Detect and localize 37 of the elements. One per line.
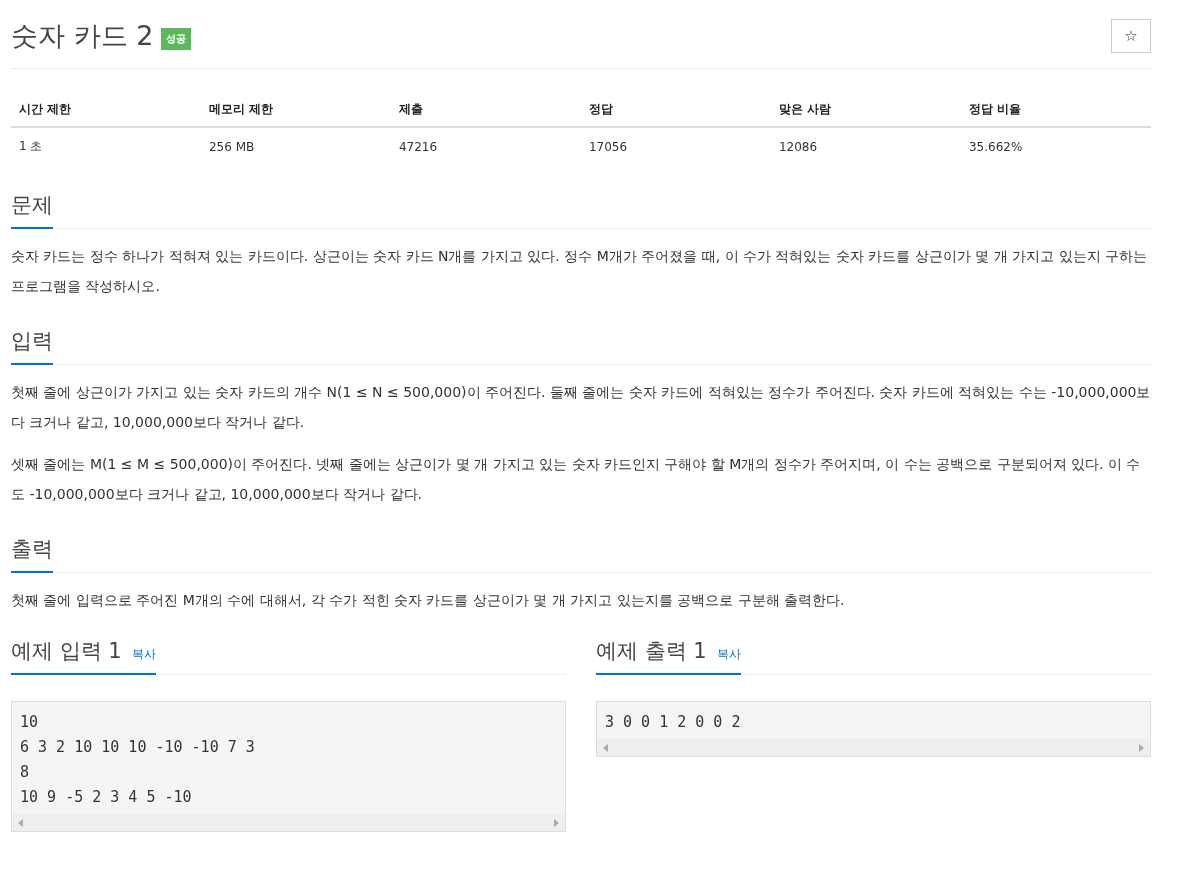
sample-heading: 예제 출력 1 [596,638,707,665]
copy-link[interactable]: 복사 [131,646,156,663]
horizontal-scrollbar[interactable] [597,739,1150,756]
code-line: 6 3 2 10 10 10 -10 -10 7 3 [20,737,256,758]
scroll-left-icon[interactable] [18,818,23,827]
section-heading: 출력 [11,535,53,573]
code-line: 10 9 -5 2 3 4 5 -10 [20,787,193,808]
paragraph: 첫째 줄에 입력으로 주어진 M개의 수에 대해서, 각 수가 적힌 숫자 카드를 상근이가 몇 개 가지고 있는지를 공백으로 구분해 출력한다. [11,591,846,610]
column-header: 정답 [580,93,771,127]
code-line: 8 [20,762,31,783]
column-header: 제출 [390,93,581,127]
paragraph: 숫자 카드는 정수 하나가 적혀져 있는 카드이다. 상근이는 숫자 카드 N개를 가지고 있다. 정수 M개가 주어졌을 때, 이 수가 적혀있는 숫자 카드를 상근이가 몇 개 가지고 있는지 구하는 프로그램을 작성하시오. [11,247,1149,296]
sample-heading: 예제 입력 1 [11,638,122,665]
table-cell: 47216 [390,127,581,165]
code-line: 10 [20,712,40,733]
column-header: 맞은 사람 [770,93,961,127]
horizontal-scrollbar[interactable] [12,814,565,831]
table-cell: 256 MB [201,127,391,165]
code-line: 3 0 0 1 2 0 0 2 [605,712,742,733]
section-heading: 입력 [11,327,53,365]
scroll-right-icon[interactable] [554,818,559,827]
scroll-right-icon[interactable] [1139,743,1144,752]
section-heading: 문제 [11,191,53,229]
paragraph: 셋째 줄에는 M(1 ≤ M ≤ 500,000)이 주어진다. 넷째 줄에는 상근이가 몇 개 가지고 있는 숫자 카드인지 구해야 할 M개의 정수가 주어지며, 이 수는 공백으로 구분되어져 있다. 이 수도 -10,000,000보다 크거나 같고, 10,000,000보다 작거나 같다. [11,455,1142,504]
table-cell: 1 초 [11,127,201,165]
column-header: 시간 제한 [11,93,201,127]
column-header: 정답 비율 [960,93,1151,127]
problem-title: 숫자 카드 2 [11,19,154,53]
status-badge: 성공 [161,28,192,50]
star-button[interactable]: ☆ [1111,19,1151,53]
table-cell: 35.662% [960,127,1151,165]
copy-link[interactable]: 복사 [716,646,741,663]
scroll-left-icon[interactable] [603,743,608,752]
table-cell: 17056 [580,127,771,165]
column-header: 메모리 제한 [201,93,391,127]
paragraph: 첫째 줄에 상근이가 가지고 있는 숫자 카드의 개수 N(1 ≤ N ≤ 500,000)이 주어진다. 둘째 줄에는 숫자 카드에 적혀있는 정수가 주어진다. 숫자 카드에 적혀있는 수는 -10,000,000보다 크거나 같고, 10,000,000보다 작거나 같다. [11,383,1151,432]
table-cell: 12086 [770,127,961,165]
